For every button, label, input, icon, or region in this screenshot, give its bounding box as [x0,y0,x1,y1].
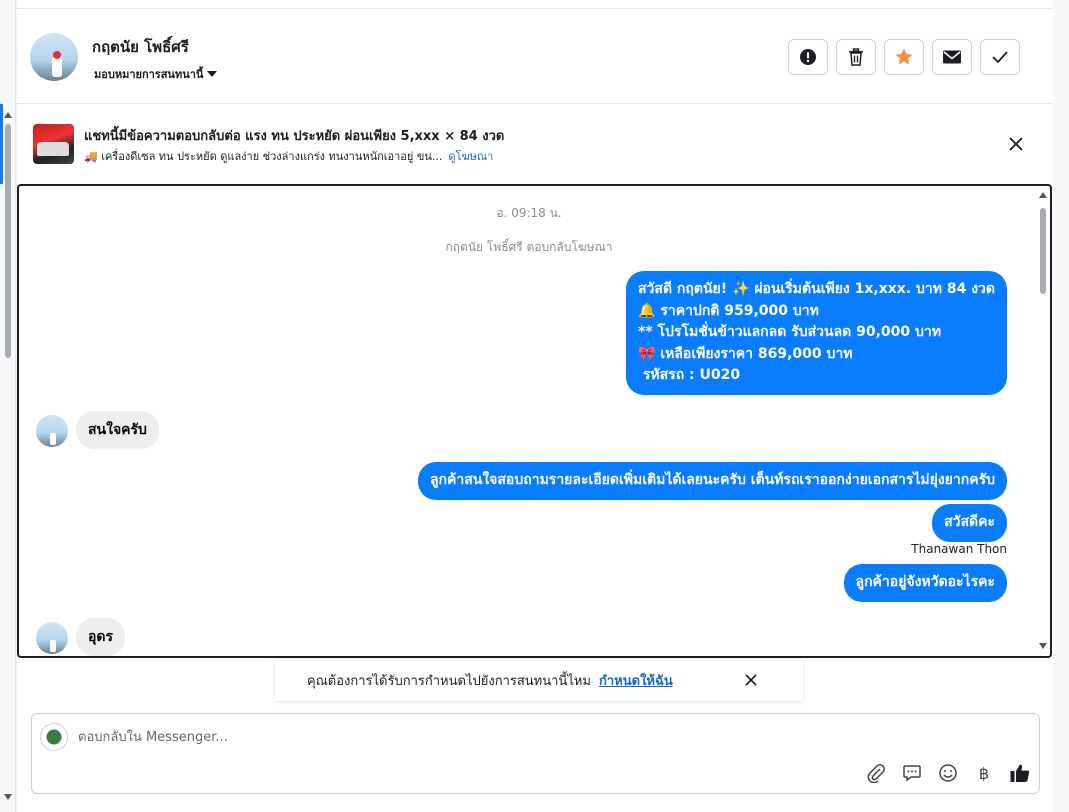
sender-name: Thanawan Thon [911,542,1007,556]
ad-subtitle: 🚚 เครื่องดีเซล ทน ประหยัด ดูแลง่าย ช่วงล… [84,150,443,163]
ad-title: แชทนี้มีข้อความตอบกลับต่อ แรง ทน ประหยัด… [84,129,505,144]
scroll-up-arrow-icon[interactable] [4,112,12,118]
emoji-icon [939,764,957,782]
scroll-up-arrow-icon[interactable] [1039,192,1047,198]
like-button[interactable] [1008,761,1032,785]
contact-avatar[interactable] [30,33,78,81]
message-composer: ฿ [31,713,1040,794]
assign-dropdown[interactable]: มอบหมายการสนทนานี้ [94,65,218,83]
conversation-panel: กฤตนัย โพธิ์ศรี มอบหมายการสนทนานี้ แชทนี… [17,0,1053,812]
ad-subtitle-row: 🚚 เครื่องดีเซล ทน ประหยัด ดูแลง่าย ช่วงล… [84,147,493,165]
scroll-down-arrow-icon[interactable] [4,794,12,800]
assign-to-me-link[interactable]: กำหนดให้ฉัน [599,670,673,691]
close-ad-button[interactable] [1006,134,1026,154]
assign-reminder-banner: คุณต้องการได้รับการกำหนดไปยังการสนทนานี้… [275,659,803,701]
page-avatar [40,723,68,751]
message-bubble-outgoing[interactable]: ลูกค้าสนใจสอบถามรายละเอียดเพิ่มเติมได้เล… [417,462,1007,500]
mark-unread-button[interactable] [932,39,972,75]
thumbs-up-icon [1010,764,1030,782]
dismiss-reminder-button[interactable] [741,670,761,690]
payment-button[interactable]: ฿ [972,761,996,785]
right-gutter [1053,0,1069,812]
inbox-page: กฤตนัย โพธิ์ศรี มอบหมายการสนทนานี้ แชทนี… [0,0,1069,812]
car-image [37,142,69,156]
message-thread[interactable]: อ. 09:18 น. กฤตนัย โพธิ์ศรี ตอบกลับโฆษณา… [17,184,1052,658]
avatar-figure [52,57,62,77]
caret-down-icon [207,71,218,77]
trash-icon [849,48,863,66]
message-line: ** โปรโมชั่นข้าวแลกลด รับส่วนลด 90,000 บ… [638,324,941,340]
contact-name[interactable]: กฤตนัย โพธิ์ศรี [92,35,189,59]
baht-icon: ฿ [978,763,990,783]
ad-context-bar: แชทนี้มีข้อความตอบกลับต่อ แรง ทน ประหยัด… [17,104,1053,184]
conversation-header: กฤตนัย โพธิ์ศรี มอบหมายการสนทนานี้ [17,9,1053,104]
view-ad-link[interactable]: ดูโฆษณา [448,147,493,165]
message-line: รหัสรถ : U020 [638,367,741,383]
mark-done-button[interactable] [980,39,1020,75]
close-icon [1009,137,1023,151]
message-bubble-outgoing[interactable]: ลูกค้าอยู่จังหวัดอะไรคะ [843,564,1007,602]
avatar-head [53,51,61,59]
scrollbar-thumb[interactable] [1040,208,1046,294]
active-indicator [0,104,3,184]
header-actions [788,39,1020,75]
saved-reply-icon [903,765,921,782]
emoji-button[interactable] [936,761,960,785]
message-line: สวัสดี กฤตนัย! ✨ ผ่อนเริ่มต้นเพียง 1x,xx… [638,281,995,297]
close-icon [745,674,757,686]
envelope-icon [943,50,961,64]
ad-thumbnail[interactable] [33,124,74,164]
star-icon [895,48,913,65]
scroll-down-arrow-icon[interactable] [1039,643,1047,649]
reply-input[interactable] [78,726,978,748]
message-line: 🔔 ราคาปกติ 959,000 บาท [638,302,819,319]
contact-avatar-small[interactable] [36,622,68,654]
paperclip-icon [867,764,885,783]
message-bubble-incoming[interactable]: สนใจครับ [76,411,159,449]
message-bubble-outgoing[interactable]: สวัสดี กฤตนัย! ✨ ผ่อนเริ่มต้นเพียง 1x,xx… [626,271,1007,395]
message-line: 🎀 เหลือเพียงราคา 869,000 บาท [638,345,853,362]
contact-avatar-small[interactable] [36,415,68,447]
message-bubble-incoming[interactable]: อุดร [76,618,126,656]
attach-button[interactable] [864,761,888,785]
thread-scrollbar[interactable] [1036,186,1050,656]
composer-tools: ฿ [864,761,1032,785]
saved-replies-button[interactable] [900,761,924,785]
check-icon [992,51,1008,64]
reminder-text: คุณต้องการได้รับการกำหนดไปยังการสนทนานี้… [307,673,591,689]
left-scrollbar[interactable] [0,0,16,812]
delete-button[interactable] [836,39,876,75]
assign-label: มอบหมายการสนทนานี้ [94,68,204,81]
timestamp: อ. 09:18 น. [496,206,562,220]
exclamation-icon [800,49,816,65]
star-button[interactable] [884,39,924,75]
mark-spam-button[interactable] [788,39,828,75]
message-bubble-outgoing[interactable]: สวัสดีคะ [932,504,1007,542]
reply-note: กฤตนัย โพธิ์ศรี ตอบกลับโฆษณา [445,240,613,254]
scrollbar-thumb[interactable] [5,124,11,358]
